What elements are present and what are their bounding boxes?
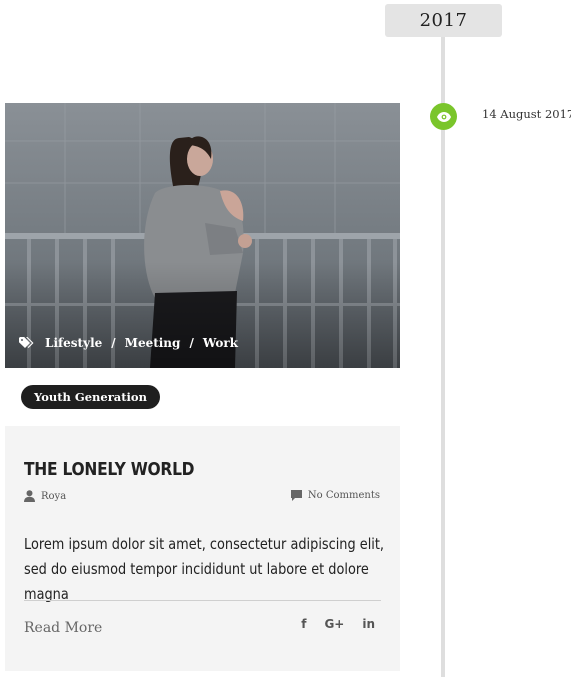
timeline-marker[interactable] <box>430 103 457 130</box>
post-date: 14 August 2017 <box>482 107 571 121</box>
comment-icon <box>290 490 302 501</box>
post-author[interactable]: Roya <box>24 490 66 502</box>
tag-separator: / <box>111 336 116 350</box>
linkedin-icon[interactable]: in <box>362 617 375 631</box>
eye-icon <box>436 111 451 122</box>
year-badge: 2017 <box>385 4 502 37</box>
tag-separator: / <box>189 336 194 350</box>
google-plus-icon[interactable]: G+ <box>324 617 344 631</box>
comments-count: No Comments <box>307 490 380 501</box>
tag-meeting[interactable]: Meeting <box>125 336 181 350</box>
divider <box>24 600 381 601</box>
social-share: f G+ in <box>301 617 375 631</box>
category-badge[interactable]: Youth Generation <box>21 385 160 409</box>
post-card: THE LONELY WORLD Roya No Comments Lorem … <box>5 426 400 671</box>
timeline-line <box>441 37 445 677</box>
facebook-icon[interactable]: f <box>301 617 306 631</box>
post-tags: Lifestyle / Meeting / Work <box>19 336 238 350</box>
post-title[interactable]: THE LONELY WORLD <box>24 459 195 480</box>
post-comments[interactable]: No Comments <box>290 490 380 501</box>
post-excerpt: Lorem ipsum dolor sit amet, consectetur … <box>24 535 385 603</box>
user-icon <box>24 490 35 502</box>
author-name: Roya <box>41 490 67 502</box>
tag-lifestyle[interactable]: Lifestyle <box>45 336 102 350</box>
read-more-link[interactable]: Read More <box>24 620 102 636</box>
featured-image[interactable] <box>5 103 400 368</box>
tag-work[interactable]: Work <box>203 336 238 350</box>
tags-icon <box>19 337 34 349</box>
